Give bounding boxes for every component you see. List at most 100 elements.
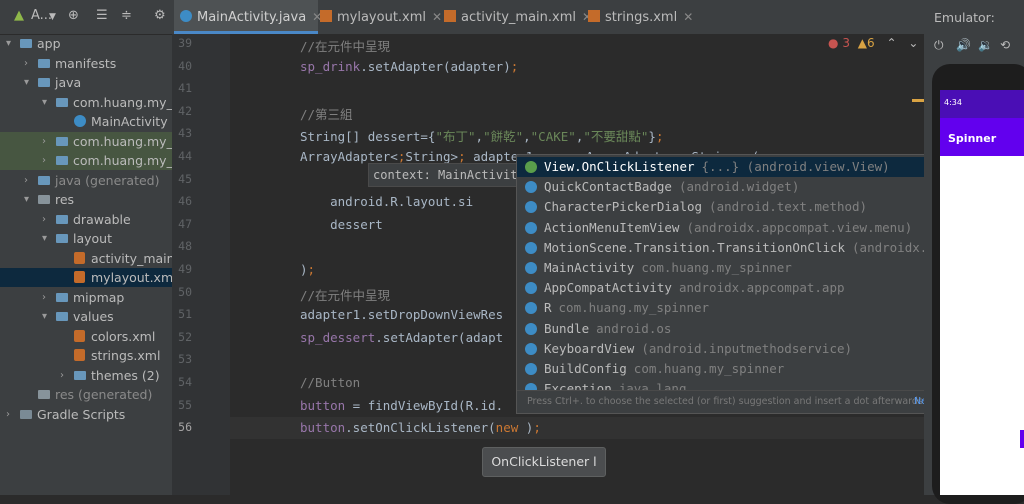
tree-item[interactable]: res (generated): [0, 385, 172, 404]
chevron-up-icon[interactable]: ⌃: [886, 36, 896, 50]
expand-all-icon[interactable]: ☰: [96, 8, 108, 23]
chevron-down-icon[interactable]: ▾: [24, 73, 29, 92]
xml-file-icon: [588, 10, 600, 22]
tree-item[interactable]: MainActivity: [0, 112, 172, 131]
code-line: button = findViewById(R.id.: [300, 397, 504, 413]
xml-file-icon: [74, 329, 85, 342]
class-icon: [525, 302, 537, 315]
chevron-right-icon[interactable]: ›: [42, 210, 46, 229]
tree-item[interactable]: › com.huang.my_s: [0, 131, 172, 151]
tree-item[interactable]: colors.xml: [0, 327, 172, 346]
tree-item[interactable]: ▾ app: [0, 34, 172, 53]
tree-item[interactable]: ▾ com.huang.my_s: [0, 93, 172, 112]
tree-item-label: java: [55, 75, 82, 90]
gear-icon[interactable]: ⚙: [154, 8, 166, 23]
code-line: //Button: [300, 375, 361, 390]
tab-label: MainActivity.java: [197, 10, 307, 25]
tree-item[interactable]: › drawable: [0, 210, 172, 229]
tree-item-label: app: [37, 36, 61, 51]
tree-item-label: strings.xml: [91, 348, 161, 363]
volume-down-icon[interactable]: 🔉: [978, 38, 993, 52]
completion-item-detail: com.huang.my_spinner: [641, 260, 792, 275]
folder-icon: [74, 370, 86, 380]
tree-item[interactable]: ▾ java: [0, 73, 172, 92]
folder-icon: [56, 97, 68, 107]
power-icon[interactable]: ⏻: [934, 38, 944, 53]
folder-icon: [56, 312, 68, 321]
tree-item-label: res: [55, 192, 75, 207]
error-icon: ●: [828, 36, 839, 50]
chevron-right-icon[interactable]: ›: [60, 366, 64, 385]
tree-item[interactable]: strings.xml: [0, 346, 172, 365]
crosshair-icon[interactable]: ⊕: [68, 8, 79, 23]
chevron-down-icon[interactable]: ▾: [6, 34, 11, 53]
tree-item[interactable]: mylayout.xml: [0, 268, 172, 287]
chevron-down-icon[interactable]: ▾: [42, 307, 47, 326]
close-icon[interactable]: ✕: [683, 10, 693, 24]
tree-item[interactable]: › manifests: [0, 54, 172, 73]
chevron-down-icon[interactable]: ▾: [42, 93, 47, 112]
folder-icon: [56, 214, 68, 224]
completion-item-name: KeyboardView: [544, 340, 635, 356]
completion-item-detail: {...} (android.view.View): [701, 159, 890, 174]
tree-item[interactable]: › themes (2): [0, 366, 172, 385]
tree-item[interactable]: ▾ layout: [0, 229, 172, 248]
tree-item[interactable]: activity_main.: [0, 249, 172, 268]
tab-activity-main[interactable]: activity_main.xml✕: [444, 0, 592, 34]
tab-strings[interactable]: strings.xml ✕: [588, 0, 693, 34]
class-icon: [525, 262, 537, 274]
folder-icon: [56, 136, 68, 146]
tree-item[interactable]: ▾ res: [0, 190, 172, 209]
android-icon: ▲: [14, 8, 24, 23]
phone-time: 4:34: [944, 98, 962, 107]
tree-item[interactable]: ▾ values: [0, 307, 172, 326]
folder-icon: [38, 58, 50, 68]
rotate-icon[interactable]: ⟲: [1000, 38, 1010, 52]
tab-mainactivity[interactable]: MainActivity.java ✕: [174, 0, 322, 34]
class-icon: [525, 221, 537, 234]
chevron-down-icon[interactable]: ▾: [42, 229, 47, 248]
tree-item[interactable]: › java (generated): [0, 171, 172, 190]
footer-hint: Press Ctrl+. to choose the selected (or …: [527, 396, 923, 407]
collapse-all-icon[interactable]: ≑: [121, 8, 132, 23]
tree-item-label: com.huang.my_s: [73, 153, 172, 168]
class-icon: [525, 201, 537, 214]
code-line: String[] dessert={"布丁","餅乾","CAKE","不要甜點…: [300, 129, 664, 145]
chevron-right-icon[interactable]: ›: [6, 405, 10, 424]
phone-button-edge[interactable]: [1020, 430, 1024, 448]
line-number: 45: [178, 171, 192, 186]
chevron-right-icon[interactable]: ›: [24, 171, 28, 190]
close-icon[interactable]: ✕: [432, 10, 442, 24]
volume-up-icon[interactable]: 🔊: [956, 38, 971, 52]
emulator-toolbar: Emulator: ⏻ 🔊 🔉 ⟲: [924, 0, 1024, 52]
code-line: //第三組: [300, 106, 353, 122]
code-line: dessert: [300, 216, 383, 232]
line-number: 39: [178, 36, 192, 50]
completion-item-name: R: [544, 300, 552, 316]
completion-item-name: BuildConfig: [544, 361, 627, 376]
tree-item-label: res (generated): [55, 387, 153, 402]
code-line: android.R.layout.si: [300, 194, 474, 210]
warning-icon: ▲: [857, 36, 868, 50]
tree-item-label: colors.xml: [91, 328, 156, 344]
completion-item-detail: com.huang.my_spinner: [633, 361, 785, 376]
chevron-down-icon[interactable]: ▾: [24, 190, 29, 209]
tab-mylayout[interactable]: mylayout.xml ✕: [320, 0, 442, 34]
chevron-down-icon[interactable]: ▼: [49, 12, 56, 22]
class-icon: [525, 363, 537, 375]
chevron-right-icon[interactable]: ›: [42, 288, 46, 307]
xml-file-icon: [74, 271, 85, 283]
line-number-gutter: 39 40 41 42 43 44 45 46 47 48 49 50 51 52 53 54 55 56: [172, 34, 230, 495]
chevron-down-icon[interactable]: ⌄: [908, 36, 918, 50]
tree-item[interactable]: › com.huang.my_s: [0, 151, 172, 170]
tree-item[interactable]: › mipmap: [0, 288, 172, 307]
completion-item-name: AppCompatActivity: [544, 280, 672, 296]
chevron-right-icon[interactable]: ›: [24, 54, 28, 73]
inspection-widget[interactable]: ● 3 ▲6 ⌃ ⌄: [828, 36, 918, 50]
tree-item[interactable]: › Gradle Scripts: [0, 405, 172, 424]
gradle-icon: [20, 409, 32, 419]
chevron-right-icon[interactable]: ›: [42, 151, 46, 170]
completion-item-detail: android.os: [596, 320, 672, 336]
line-number: 47: [178, 216, 192, 231]
chevron-right-icon[interactable]: ›: [42, 132, 46, 151]
